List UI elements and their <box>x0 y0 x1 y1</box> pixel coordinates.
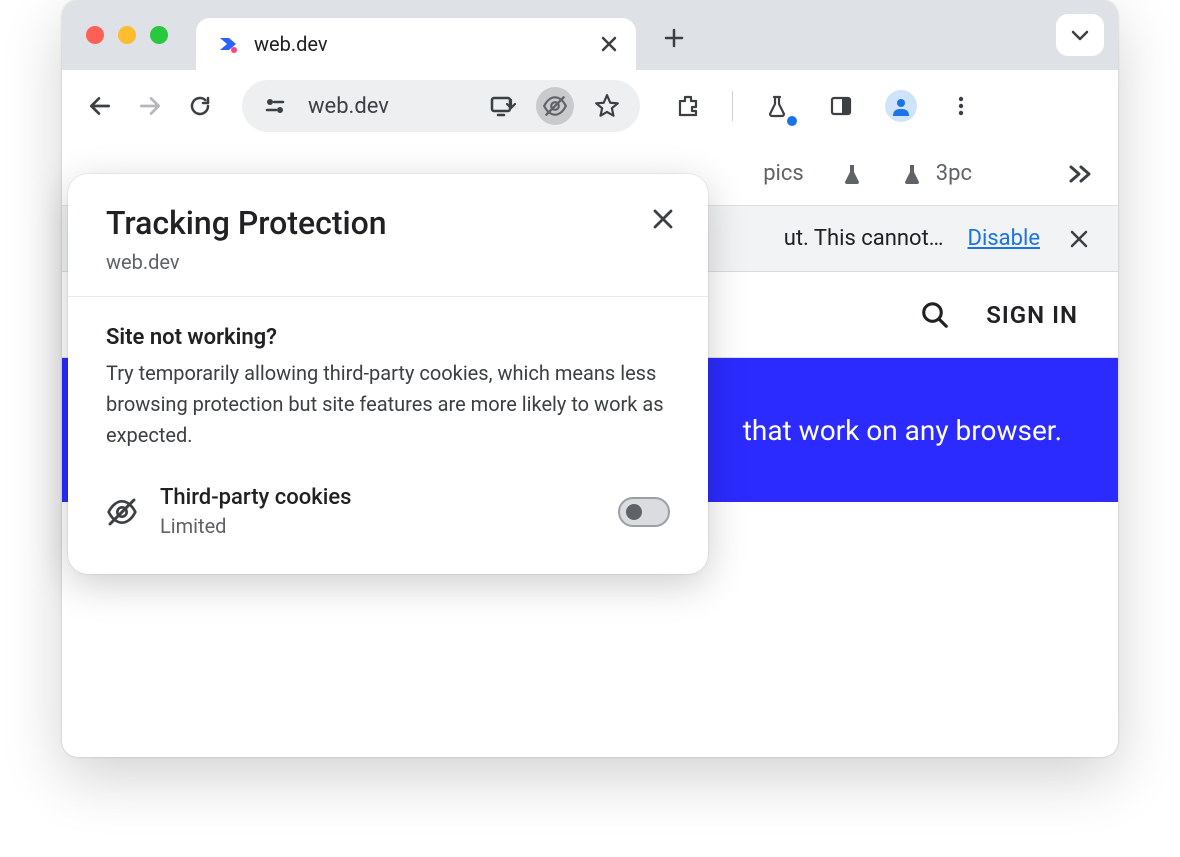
tracking-protection-icon[interactable] <box>536 87 574 125</box>
popover-section-heading: Site not working? <box>106 325 670 350</box>
new-tab-button[interactable] <box>654 18 694 58</box>
window-zoom-button[interactable] <box>150 26 168 44</box>
bookmark-label: 3pc <box>936 161 972 186</box>
bookmark-item-3pc[interactable]: 3pc <box>900 161 972 186</box>
bookmark-item-topics[interactable]: pics <box>763 161 804 186</box>
popover-title: Tracking Protection <box>106 204 387 242</box>
bookmarks-overflow-button[interactable] <box>1068 163 1094 185</box>
tracking-protection-popover: Tracking Protection web.dev Site not wor… <box>68 174 708 574</box>
separator <box>732 91 733 121</box>
popover-header: Tracking Protection web.dev <box>68 174 708 297</box>
tabs-menu-button[interactable] <box>1056 14 1104 56</box>
popover-close-button[interactable] <box>648 204 678 234</box>
address-bar[interactable]: web.dev <box>242 80 640 132</box>
popover-body: Site not working? Try temporarily allowi… <box>68 297 708 574</box>
extensions-icon[interactable] <box>668 86 708 126</box>
bookmark-item-flask-1[interactable] <box>840 162 864 186</box>
bookmark-label: pics <box>763 161 804 186</box>
cookie-row-label: Third-party cookies <box>160 485 596 510</box>
eye-slash-icon <box>106 496 138 528</box>
browser-tab[interactable]: web.dev <box>196 18 636 70</box>
labs-icon[interactable] <box>757 86 797 126</box>
popover-site: web.dev <box>106 250 387 274</box>
infobar-text: ut. This cannot… <box>784 226 944 251</box>
toolbar: web.dev <box>62 70 1118 142</box>
infobar-close-button[interactable] <box>1064 224 1094 254</box>
toggle-knob <box>626 504 642 520</box>
window-minimize-button[interactable] <box>118 26 136 44</box>
third-party-cookies-toggle[interactable] <box>618 497 670 527</box>
tab-strip: web.dev <box>62 0 1118 70</box>
reload-button[interactable] <box>180 86 220 126</box>
side-panel-icon[interactable] <box>821 86 861 126</box>
tab-close-button[interactable] <box>598 33 620 55</box>
traffic-lights <box>86 26 168 44</box>
window-close-button[interactable] <box>86 26 104 44</box>
bookmark-star-icon[interactable] <box>592 91 622 121</box>
toolbar-right-icons <box>668 86 981 126</box>
infobar-disable-link[interactable]: Disable <box>968 226 1040 251</box>
popover-section-body: Try temporarily allowing third-party coo… <box>106 358 670 451</box>
site-controls-icon[interactable] <box>260 91 290 121</box>
cookie-row-status: Limited <box>160 514 596 538</box>
url-text: web.dev <box>308 94 470 119</box>
back-button[interactable] <box>80 86 120 126</box>
site-search-button[interactable] <box>920 300 950 330</box>
install-app-icon[interactable] <box>488 91 518 121</box>
tab-favicon-icon <box>216 32 240 56</box>
third-party-cookies-row: Third-party cookies Limited <box>106 485 670 538</box>
profile-avatar[interactable] <box>885 90 917 122</box>
tab-title: web.dev <box>254 32 584 56</box>
signin-button[interactable]: SIGN IN <box>986 301 1078 329</box>
hero-text: that work on any browser. <box>743 414 1062 447</box>
menu-icon[interactable] <box>941 86 981 126</box>
forward-button[interactable] <box>130 86 170 126</box>
